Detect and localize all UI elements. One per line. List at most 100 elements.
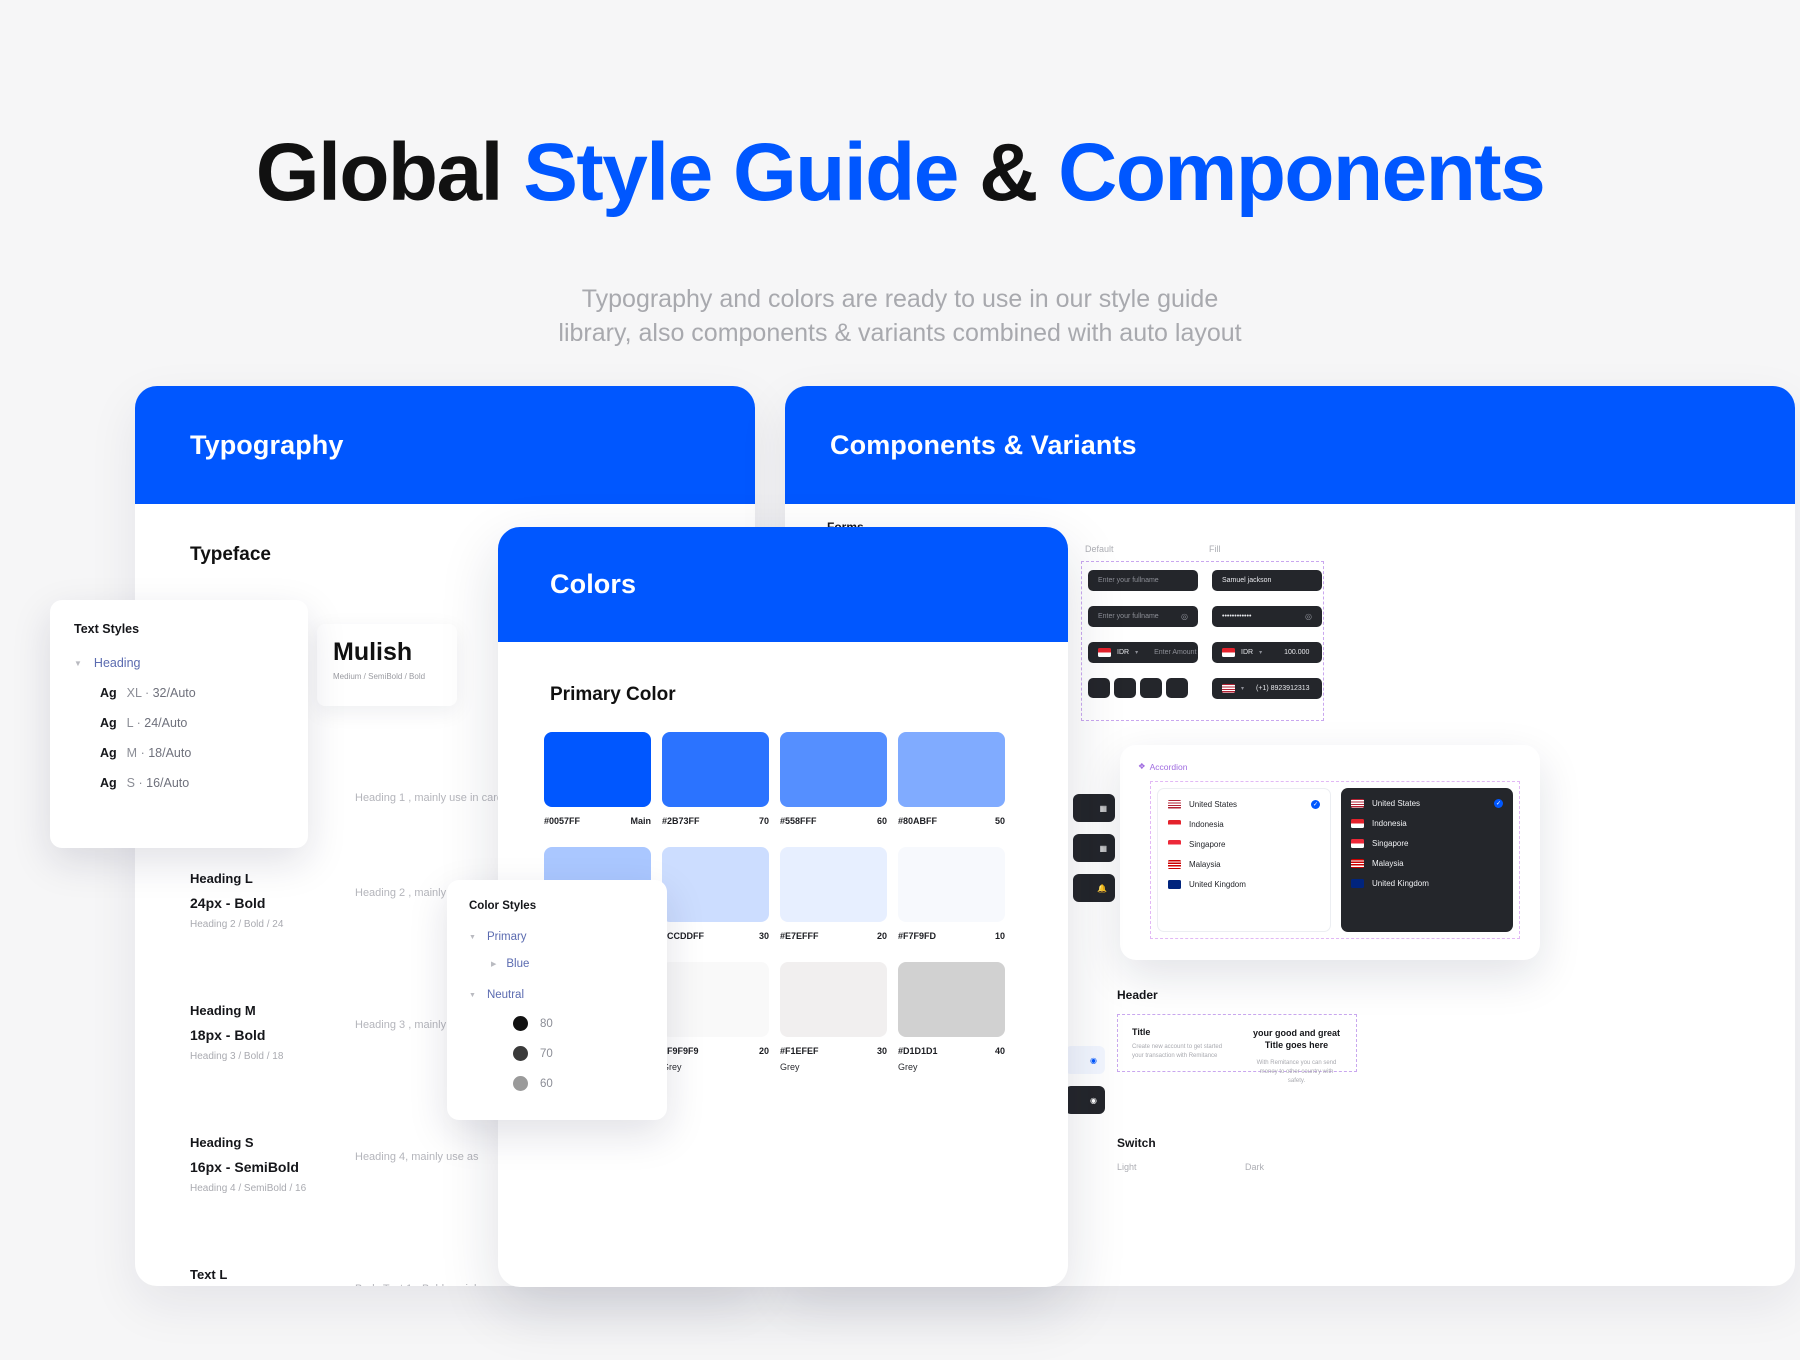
color-swatch[interactable]: #F1EFEF30 Grey bbox=[780, 962, 887, 1072]
chevron-down-icon[interactable]: ▾ bbox=[1259, 649, 1262, 656]
eye-icon[interactable]: ◎ bbox=[1305, 612, 1312, 621]
currency-input-default[interactable]: IDR ▾ Enter Amount bbox=[1088, 642, 1198, 663]
subtitle-line-1: Typography and colors are ready to use i… bbox=[0, 282, 1800, 316]
color-swatch[interactable]: #D1D1D140 Grey bbox=[898, 962, 1005, 1072]
accordion-component-icon: ❖ bbox=[1138, 761, 1146, 772]
swatch-tone: 50 bbox=[995, 816, 1005, 826]
text-style-value: 18/Auto bbox=[148, 746, 191, 760]
flag-gb-icon bbox=[1168, 880, 1181, 889]
phone-value: (+1) 8923912313 bbox=[1256, 685, 1310, 692]
color-styles-card: Color Styles ▼ Primary ▶ Blue ▼ Neutral … bbox=[447, 880, 667, 1120]
currency-input-fill[interactable]: IDR ▾ 100.000 bbox=[1212, 642, 1322, 663]
list-item[interactable]: Malaysia bbox=[1341, 853, 1513, 873]
accordion-tag: ❖ Accordion bbox=[1138, 761, 1522, 772]
phone-input-fill[interactable]: ▾ (+1) 8923912313 bbox=[1212, 678, 1322, 699]
otp-box[interactable] bbox=[1140, 678, 1162, 698]
chevron-down-icon[interactable]: ▾ bbox=[1135, 649, 1138, 656]
color-styles-group-primary[interactable]: ▼ Primary bbox=[469, 931, 645, 943]
color-styles-primary-label: Primary bbox=[487, 931, 527, 943]
password-input-fill[interactable]: •••••••••••• ◎ bbox=[1212, 606, 1322, 627]
list-item[interactable]: United Kingdom bbox=[1341, 873, 1513, 893]
text-style-value: 24/Auto bbox=[144, 716, 187, 730]
country-name: Malaysia bbox=[1189, 860, 1221, 869]
otp-box[interactable] bbox=[1166, 678, 1188, 698]
currency-code: IDR bbox=[1241, 649, 1253, 656]
flag-id-icon bbox=[1168, 820, 1181, 829]
text-style-item-xl[interactable]: Ag XL · 32/Auto bbox=[74, 686, 284, 700]
neutral-level-label: 60 bbox=[540, 1078, 553, 1090]
chevron-down-icon[interactable]: ▼ bbox=[469, 992, 476, 999]
color-swatch[interactable]: #F9F9F920 Grey bbox=[662, 962, 769, 1072]
list-item[interactable]: Indonesia bbox=[1341, 813, 1513, 833]
neutral-level-80[interactable]: 80 bbox=[469, 1016, 645, 1031]
neutral-level-60[interactable]: 60 bbox=[469, 1076, 645, 1091]
swatch-chip bbox=[898, 732, 1005, 807]
variant-label-fill: Fill bbox=[1209, 544, 1221, 554]
color-styles-blue-label: Blue bbox=[506, 958, 529, 970]
mini-info-card[interactable]: ◉ bbox=[1065, 1046, 1105, 1074]
text-styles-group-heading[interactable]: ▼ Heading bbox=[74, 656, 284, 670]
swatch-chip bbox=[544, 732, 651, 807]
eye-icon[interactable]: ◎ bbox=[1181, 612, 1188, 621]
swatch-hex: #E7EFFF bbox=[780, 931, 819, 941]
accordion-list-light[interactable]: United States ✓ Indonesia Singapore Mala… bbox=[1157, 788, 1331, 932]
color-styles-sub-blue[interactable]: ▶ Blue bbox=[469, 958, 645, 970]
swatch-hex: #2B73FF bbox=[662, 816, 700, 826]
swatch-chip bbox=[662, 732, 769, 807]
fullname-input-default[interactable]: Enter your fullname bbox=[1088, 570, 1198, 591]
mini-toggle-card[interactable]: ▦ bbox=[1073, 794, 1115, 822]
check-icon: ✓ bbox=[1311, 800, 1320, 809]
country-name: Singapore bbox=[1189, 840, 1225, 849]
title-part-amp: & bbox=[979, 127, 1058, 218]
color-swatch[interactable]: #CCDDFF30 bbox=[662, 847, 769, 941]
list-item[interactable]: Singapore bbox=[1341, 833, 1513, 853]
color-swatch[interactable]: #558FFF60 bbox=[780, 732, 887, 826]
list-item[interactable]: United Kingdom bbox=[1158, 874, 1330, 894]
swatch-chip bbox=[780, 847, 887, 922]
text-styles-card: Text Styles ▼ Heading Ag XL · 32/Auto Ag… bbox=[50, 600, 308, 848]
text-style-item-l[interactable]: Ag L · 24/Auto bbox=[74, 716, 284, 730]
header-demo-frame: Title Create new account to get started … bbox=[1117, 1014, 1357, 1072]
chevron-down-icon[interactable]: ▼ bbox=[469, 934, 476, 941]
mini-dark-card[interactable]: ◉ bbox=[1065, 1086, 1105, 1114]
list-item[interactable]: Singapore bbox=[1158, 834, 1330, 854]
text-style-item-s[interactable]: Ag S · 16/Auto bbox=[74, 776, 284, 790]
color-swatch[interactable]: #E7EFFF20 bbox=[780, 847, 887, 941]
chevron-down-icon[interactable]: ▾ bbox=[1241, 685, 1244, 692]
list-item[interactable]: Indonesia bbox=[1158, 814, 1330, 834]
color-styles-group-neutral[interactable]: ▼ Neutral bbox=[469, 989, 645, 1001]
text-style-size: S bbox=[127, 776, 135, 790]
swatch-hex: #80ABFF bbox=[898, 816, 937, 826]
chevron-right-icon[interactable]: ▶ bbox=[491, 960, 496, 968]
password-input-default[interactable]: Enter your fullname ◎ bbox=[1088, 606, 1198, 627]
text-style-value: 32/Auto bbox=[153, 686, 196, 700]
colors-panel-header: Colors bbox=[498, 527, 1068, 642]
swatch-name: Grey bbox=[662, 1062, 769, 1072]
swatch-hex: #F7F9FD bbox=[898, 931, 936, 941]
mini-bell-card[interactable]: 🔔 bbox=[1073, 874, 1115, 902]
color-swatch[interactable]: #F7F9FD 10 bbox=[898, 847, 1005, 941]
color-dot bbox=[513, 1046, 528, 1061]
chevron-down-icon[interactable]: ▼ bbox=[74, 659, 82, 668]
list-item[interactable]: United States ✓ bbox=[1158, 794, 1330, 814]
typeface-card: Mulish Medium / SemiBold / Bold bbox=[317, 624, 457, 706]
color-swatch[interactable]: #0057FFMain bbox=[544, 732, 651, 826]
text-style-value: 16/Auto bbox=[146, 776, 189, 790]
primary-color-label: Primary Color bbox=[550, 684, 676, 706]
color-swatch[interactable]: #2B73FF70 bbox=[662, 732, 769, 826]
swatch-tone: 40 bbox=[995, 1046, 1005, 1056]
mini-toggle-card[interactable]: ▦ bbox=[1073, 834, 1115, 862]
title-part-global: Global bbox=[256, 127, 523, 218]
list-item[interactable]: Malaysia bbox=[1158, 854, 1330, 874]
otp-box[interactable] bbox=[1114, 678, 1136, 698]
color-swatch[interactable]: #80ABFF 50 bbox=[898, 732, 1005, 826]
fullname-input-fill[interactable]: Samuel jackson bbox=[1212, 570, 1322, 591]
accordion-list-dark[interactable]: United States ✓ Indonesia Singapore Mala… bbox=[1341, 788, 1513, 932]
list-item[interactable]: United States ✓ bbox=[1341, 793, 1513, 813]
neutral-level-70[interactable]: 70 bbox=[469, 1046, 645, 1061]
otp-box[interactable] bbox=[1088, 678, 1110, 698]
text-style-item-m[interactable]: Ag M · 18/Auto bbox=[74, 746, 284, 760]
color-styles-neutral-label: Neutral bbox=[487, 989, 524, 1001]
swatch-hex: #CCDDFF bbox=[662, 931, 704, 941]
swatch-tone: 10 bbox=[995, 931, 1005, 941]
